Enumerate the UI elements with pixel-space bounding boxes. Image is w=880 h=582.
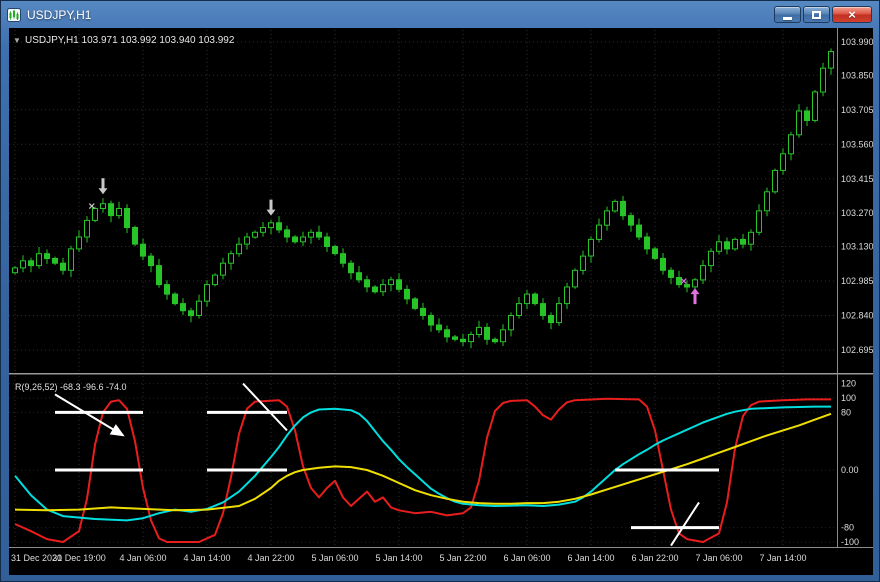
svg-text:120: 120	[841, 379, 856, 389]
chart-canvas[interactable]: 103.990 103.850 103.705 103.560 103.415 103.2…	[9, 28, 873, 575]
svg-text:0.00: 0.00	[841, 465, 859, 475]
svg-text:100: 100	[841, 393, 856, 403]
svg-text:7 Jan 06:00: 7 Jan 06:00	[695, 553, 742, 563]
mark-object[interactable]	[88, 203, 95, 210]
svg-text:5 Jan 06:00: 5 Jan 06:00	[311, 553, 358, 563]
svg-text:103.130: 103.130	[841, 242, 873, 252]
svg-text:80: 80	[841, 407, 851, 417]
symbol-dropdown-icon[interactable]: ▼	[13, 36, 21, 45]
chart-area: 103.990 103.850 103.705 103.560 103.415 103.2…	[9, 28, 873, 575]
window-controls: ×	[774, 6, 874, 23]
up-arrow-object[interactable]	[690, 288, 700, 305]
minimize-icon	[783, 16, 792, 20]
maximize-button[interactable]	[803, 6, 830, 23]
titlebar[interactable]: USDJPY,H1 ×	[1, 1, 879, 28]
indicator-scale[interactable]: 120 100 80 0.00 -80 -100	[841, 379, 859, 547]
grid	[9, 30, 835, 545]
price-axis[interactable]: 103.990 103.850 103.705 103.560 103.415 103.2…	[841, 37, 873, 355]
minimize-button[interactable]	[774, 6, 801, 23]
ohlc-readout: USDJPY,H1 103.971 103.992 103.940 103.99…	[25, 35, 235, 46]
drawn-objects	[54, 178, 719, 547]
svg-text:103.990: 103.990	[841, 37, 873, 47]
indicator-label: R(9,26,52) -68.3 -96.6 -74.0	[15, 382, 127, 392]
down-arrow-object[interactable]	[98, 178, 108, 195]
svg-text:-100: -100	[841, 537, 859, 547]
maximize-icon	[812, 10, 821, 19]
svg-text:4 Jan 14:00: 4 Jan 14:00	[183, 553, 230, 563]
svg-text:103.270: 103.270	[841, 208, 873, 218]
svg-text:6 Jan 14:00: 6 Jan 14:00	[567, 553, 614, 563]
svg-text:6 Jan 22:00: 6 Jan 22:00	[631, 553, 678, 563]
indicator-line-slow-yellow	[14, 412, 832, 512]
svg-text:5 Jan 22:00: 5 Jan 22:00	[439, 553, 486, 563]
svg-text:102.985: 102.985	[841, 276, 873, 286]
svg-text:102.695: 102.695	[841, 345, 873, 355]
svg-text:4 Jan 22:00: 4 Jan 22:00	[247, 553, 294, 563]
svg-text:103.705: 103.705	[841, 105, 873, 115]
chart-window: USDJPY,H1 × 103.990 103.850 103.705 103.560…	[0, 0, 880, 582]
svg-text:103.560: 103.560	[841, 139, 873, 149]
close-button[interactable]: ×	[832, 6, 872, 23]
close-icon: ×	[848, 7, 856, 22]
svg-text:4 Jan 06:00: 4 Jan 06:00	[119, 553, 166, 563]
down-arrow-object[interactable]	[266, 199, 276, 216]
svg-text:31 Dec 19:00: 31 Dec 19:00	[52, 553, 106, 563]
candlesticks	[12, 48, 834, 349]
svg-text:7 Jan 14:00: 7 Jan 14:00	[759, 553, 806, 563]
svg-text:103.415: 103.415	[841, 174, 873, 184]
svg-text:6 Jan 06:00: 6 Jan 06:00	[503, 553, 550, 563]
svg-text:103.850: 103.850	[841, 70, 873, 80]
indicator-line-medium-cyan	[14, 405, 831, 522]
chart-icon	[6, 7, 22, 23]
window-title: USDJPY,H1	[27, 7, 92, 22]
time-axis[interactable]: 31 Dec 202031 Dec 19:00 4 Jan 06:00 4 Jan …	[11, 553, 807, 563]
svg-text:5 Jan 14:00: 5 Jan 14:00	[375, 553, 422, 563]
svg-text:-80: -80	[841, 523, 854, 533]
svg-text:102.840: 102.840	[841, 311, 873, 321]
